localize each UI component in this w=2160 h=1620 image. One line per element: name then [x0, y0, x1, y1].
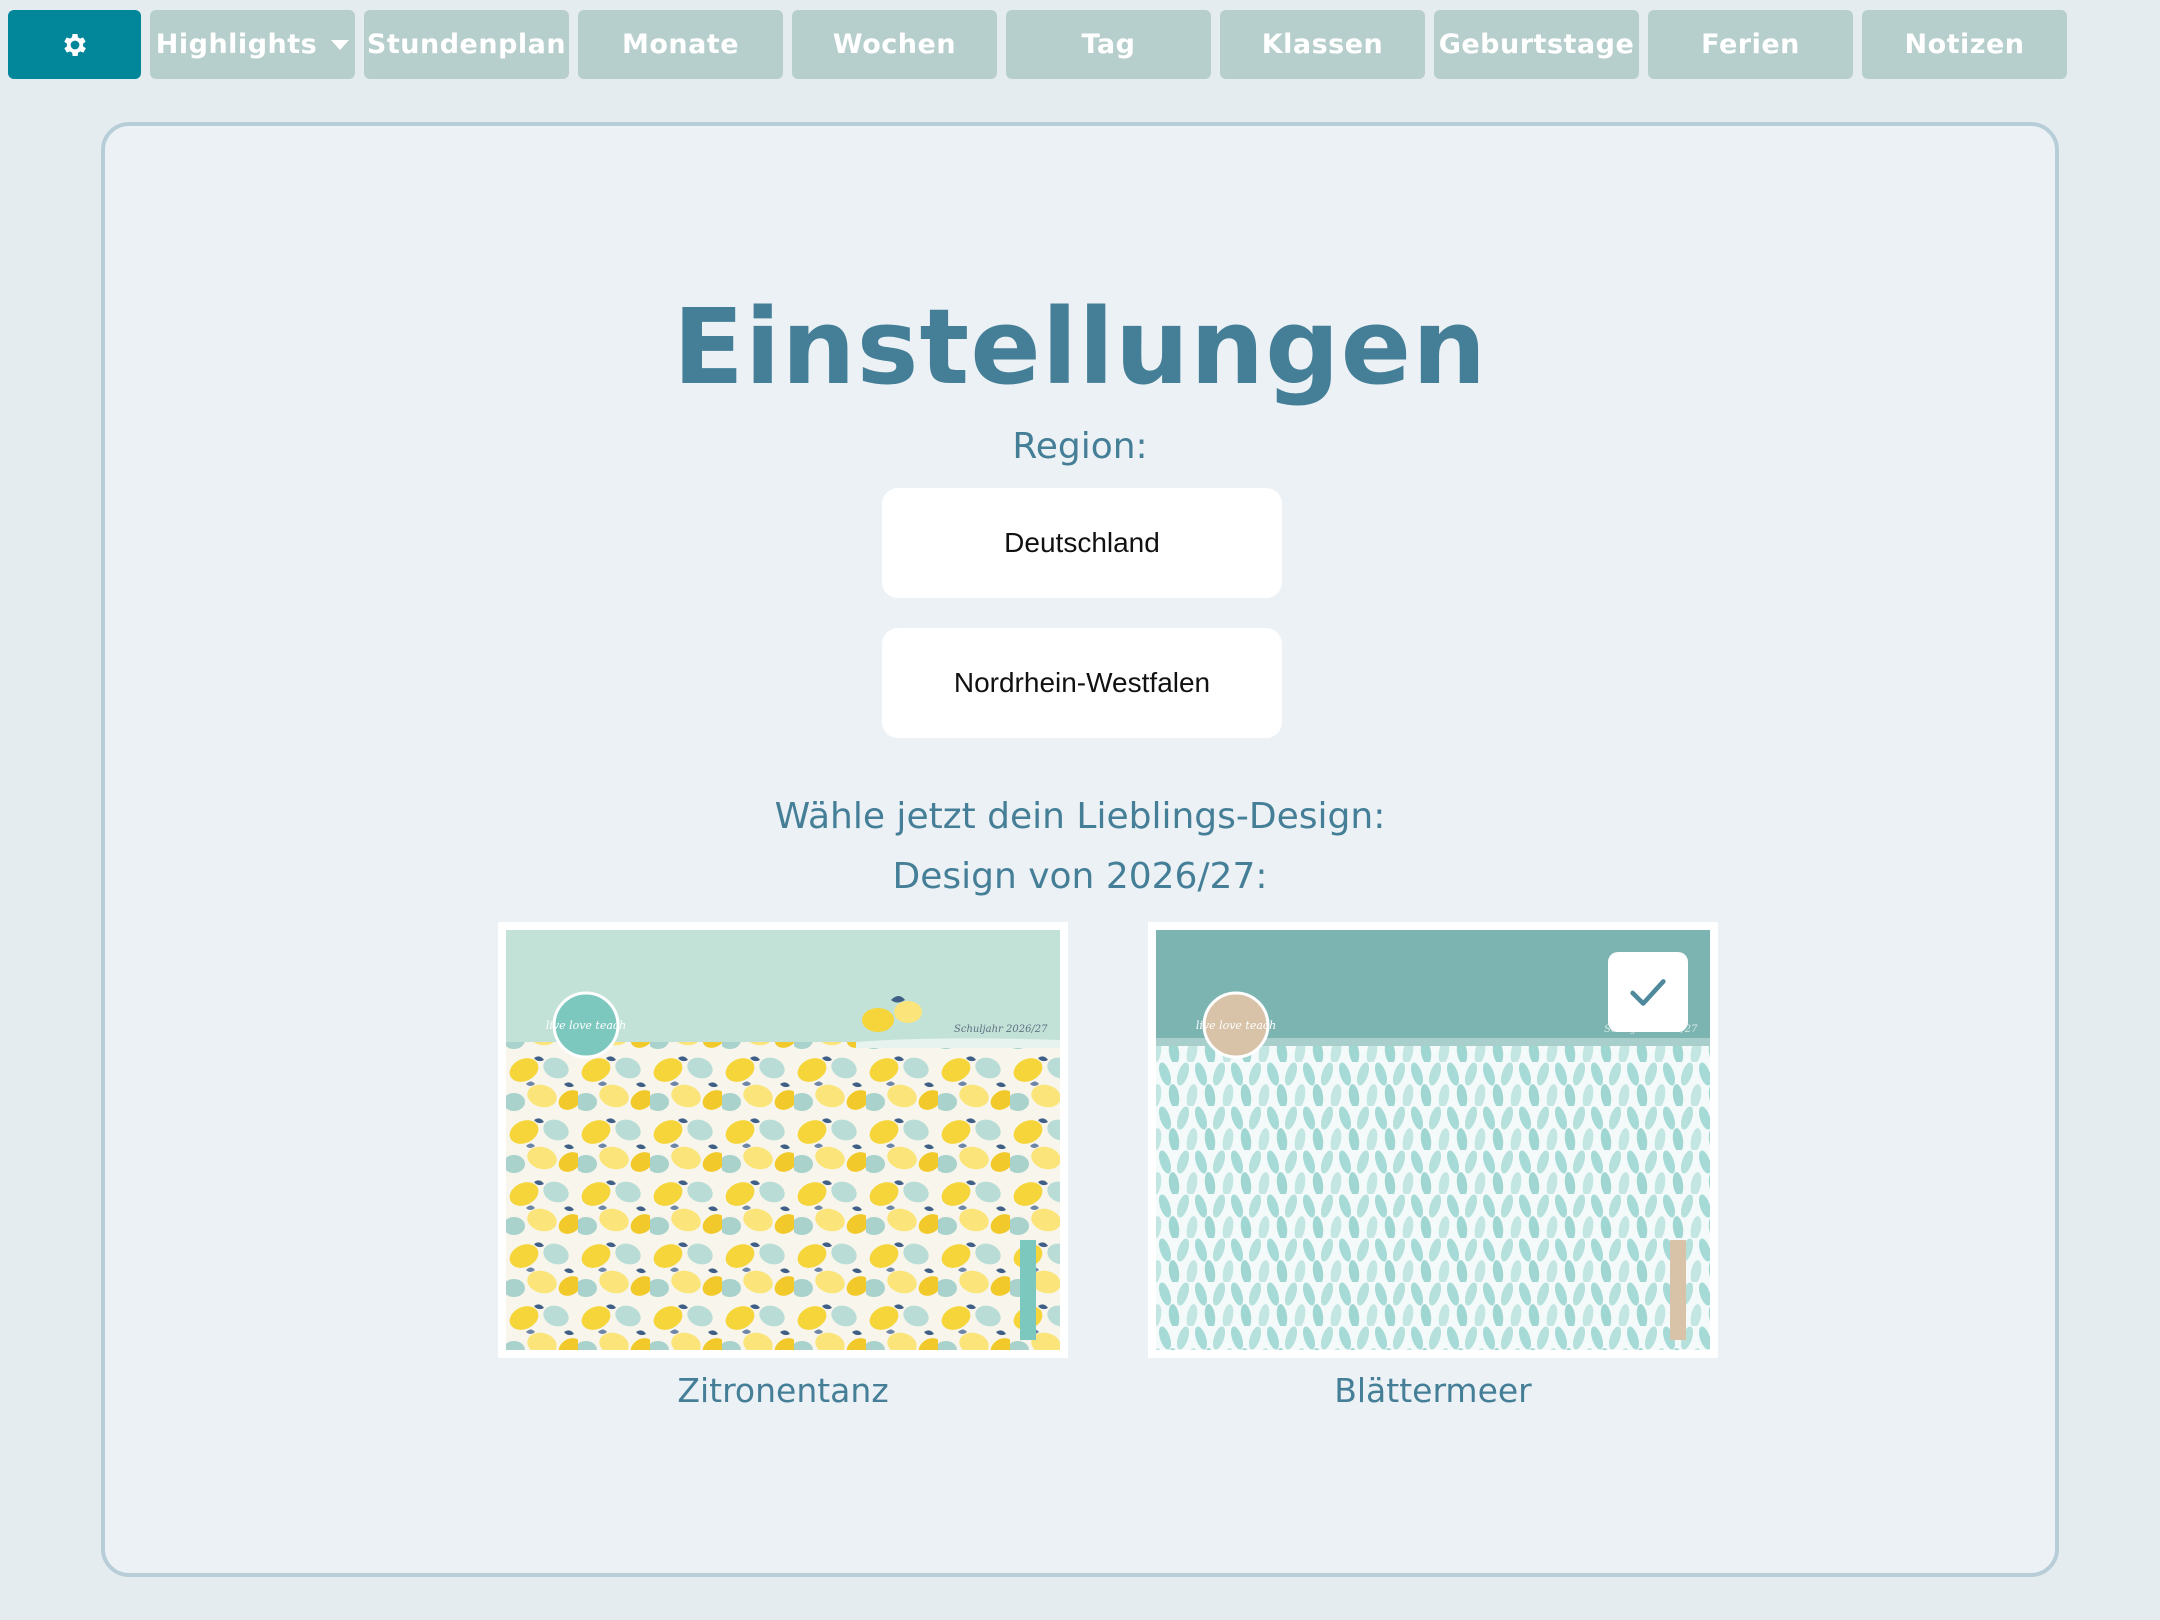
nav-highlights-label: Highlights [155, 29, 318, 60]
nav-label: Klassen [1261, 29, 1384, 60]
nav-klassen[interactable]: Klassen [1220, 10, 1425, 79]
settings-panel: Einstellungen Region: Deutschland Nordrh… [101, 122, 2059, 1577]
nav-label: Geburtstage [1438, 29, 1635, 60]
nav-label: Tag [1081, 29, 1136, 60]
chevron-down-icon [331, 39, 350, 50]
thumb-logo-text: live love teach [1196, 1019, 1276, 1032]
nav-notizen[interactable]: Notizen [1862, 10, 2067, 79]
nav-geburtstage[interactable]: Geburtstage [1434, 10, 1639, 79]
nav-label: Ferien [1701, 29, 1800, 60]
nav-ferien[interactable]: Ferien [1648, 10, 1853, 79]
nav-label: Monate [621, 29, 740, 60]
nav-label: Stundenplan [366, 29, 567, 60]
design-prompt: Wähle jetzt dein Lieblings-Design: [774, 796, 1386, 837]
gear-icon [63, 33, 86, 56]
design-thumbnail-lemon: live love teach Schuljahr 2026/27 [506, 930, 1060, 1350]
nav-wochen[interactable]: Wochen [792, 10, 997, 79]
nav-stundenplan[interactable]: Stundenplan [364, 10, 569, 79]
design-year-heading: Design von 2026/27: [892, 856, 1268, 897]
state-select[interactable]: Nordrhein-Westfalen [882, 628, 1282, 738]
design-option-zitronentanz[interactable]: live love teach Schuljahr 2026/27 [498, 922, 1068, 1358]
country-value: Deutschland [1004, 527, 1160, 558]
top-navigation: Highlights Stundenplan Monate Wochen Tag… [8, 10, 2067, 79]
selected-check-icon [1608, 952, 1688, 1032]
design-option-blaettermeer[interactable]: live love teach Schuljahr 2026/27 [1148, 922, 1718, 1358]
nav-label: Wochen [832, 29, 957, 60]
thumb-year-text: Schuljahr 2026/27 [954, 1024, 1048, 1035]
design-name-zitronentanz: Zitronentanz [677, 1371, 889, 1410]
country-select[interactable]: Deutschland [882, 488, 1282, 598]
nav-highlights[interactable]: Highlights [150, 10, 355, 79]
region-label: Region: [1012, 426, 1148, 467]
nav-tag[interactable]: Tag [1006, 10, 1211, 79]
state-value: Nordrhein-Westfalen [953, 667, 1211, 698]
settings-button[interactable] [8, 10, 141, 79]
design-name-blaettermeer: Blättermeer [1334, 1371, 1532, 1410]
nav-monate[interactable]: Monate [578, 10, 783, 79]
nav-label: Notizen [1904, 29, 2025, 60]
thumb-logo-text: live love teach [546, 1019, 626, 1032]
page-title: Einstellungen [672, 286, 1488, 408]
design-thumbnail-leaf: live love teach Schuljahr 2026/27 [1156, 930, 1710, 1350]
lemon-pattern-image: live love teach Schuljahr 2026/27 [506, 930, 1060, 1350]
